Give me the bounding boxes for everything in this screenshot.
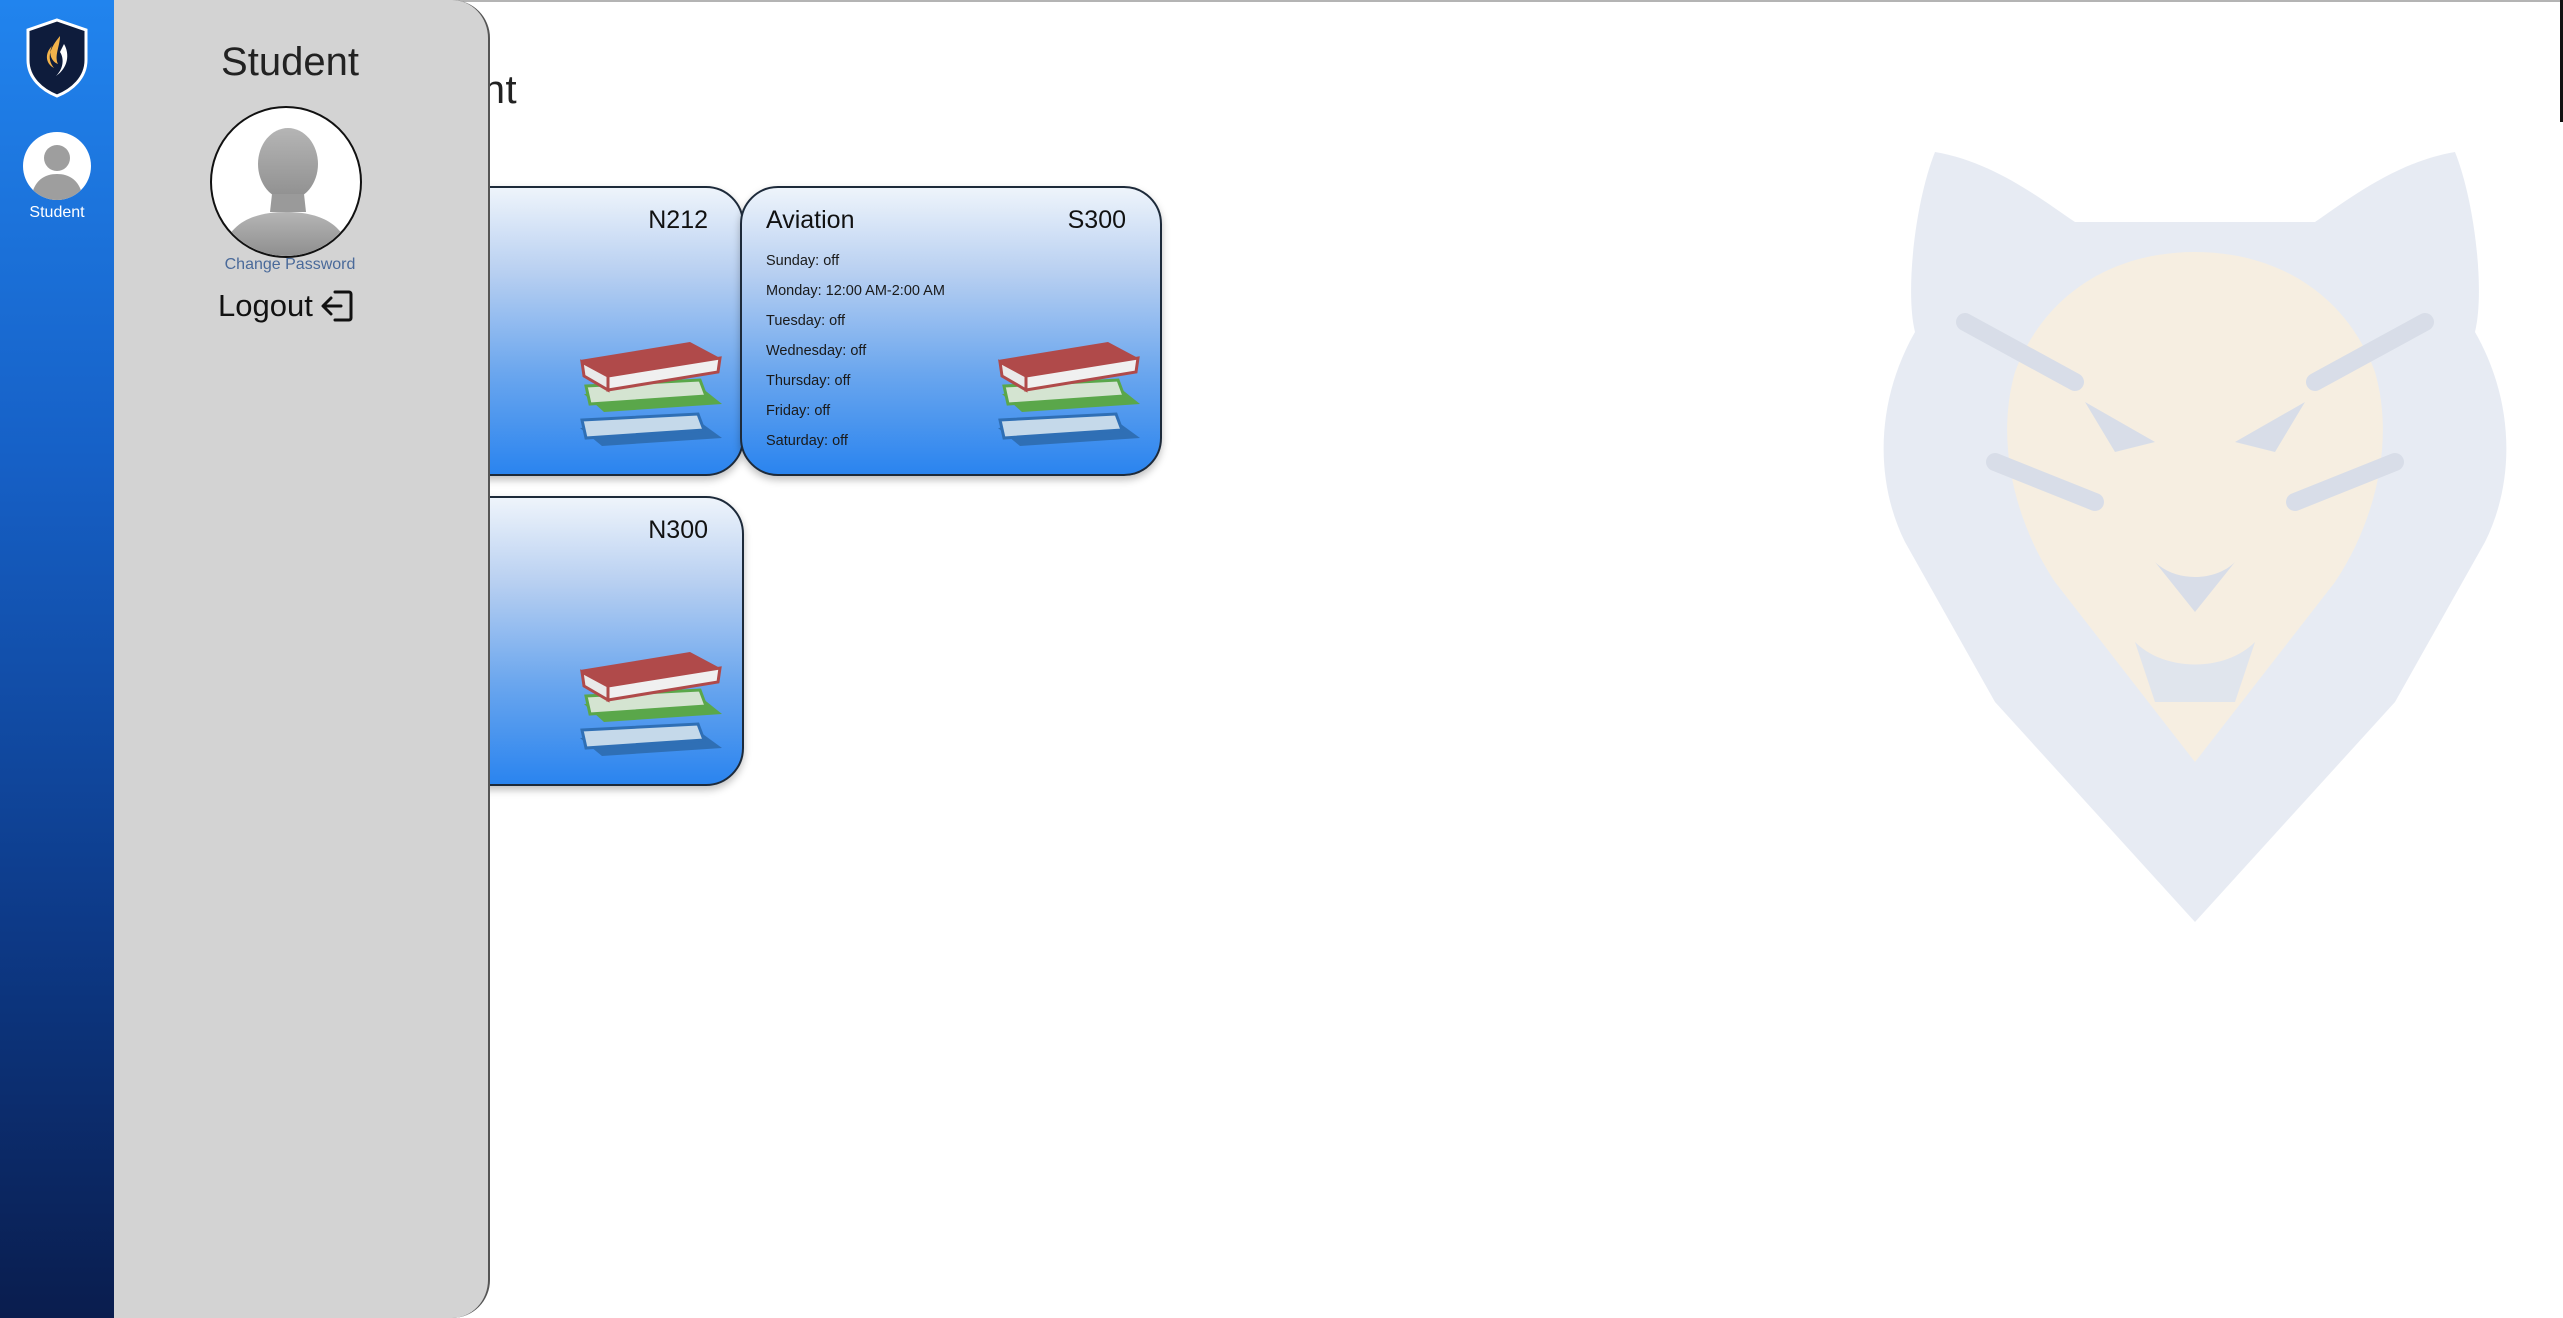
schedule-line: Sunday: off <box>766 253 840 269</box>
drawer-title: Student <box>221 40 359 84</box>
logout-label: Logout <box>218 288 313 323</box>
schedule-line: Monday: 12:00 AM-2:00 AM <box>766 283 945 299</box>
logout-button[interactable]: Logout <box>218 288 355 324</box>
left-rail: Student <box>0 0 114 1318</box>
tiger-watermark <box>1883 152 2507 922</box>
top-border <box>114 0 2563 2</box>
card-class-name: Aviation <box>766 206 855 234</box>
schedule-line: Saturday: off <box>766 433 848 449</box>
schedule-line: Wednesday: off <box>766 343 867 359</box>
card-room: N300 <box>648 516 708 544</box>
logout-icon <box>321 290 353 322</box>
card-schedule: Sunday: off Monday: 12:00 AM-2:00 AM Tue… <box>766 246 945 456</box>
change-password-link[interactable]: Change Password <box>114 256 466 274</box>
card-room: N212 <box>648 206 708 234</box>
books-icon <box>580 342 722 446</box>
avatar-icon <box>31 145 83 200</box>
class-card[interactable]: Aviation S300 Sunday: off Monday: 12:00 … <box>740 186 1162 476</box>
schedule-line: Thursday: off <box>766 373 851 389</box>
rail-avatar[interactable] <box>23 132 91 200</box>
avatar-icon <box>222 128 350 256</box>
schedule-line: Tuesday: off <box>766 313 845 329</box>
schedule-line: Friday: off <box>766 403 831 419</box>
books-icon <box>998 342 1140 446</box>
profile-drawer: Student Change Password Logout <box>114 0 490 1318</box>
school-logo-icon[interactable] <box>24 18 90 98</box>
rail-user-label[interactable]: Student <box>0 204 114 222</box>
card-room: S300 <box>1067 206 1126 234</box>
profile-avatar[interactable] <box>210 106 362 258</box>
books-icon <box>580 652 722 756</box>
